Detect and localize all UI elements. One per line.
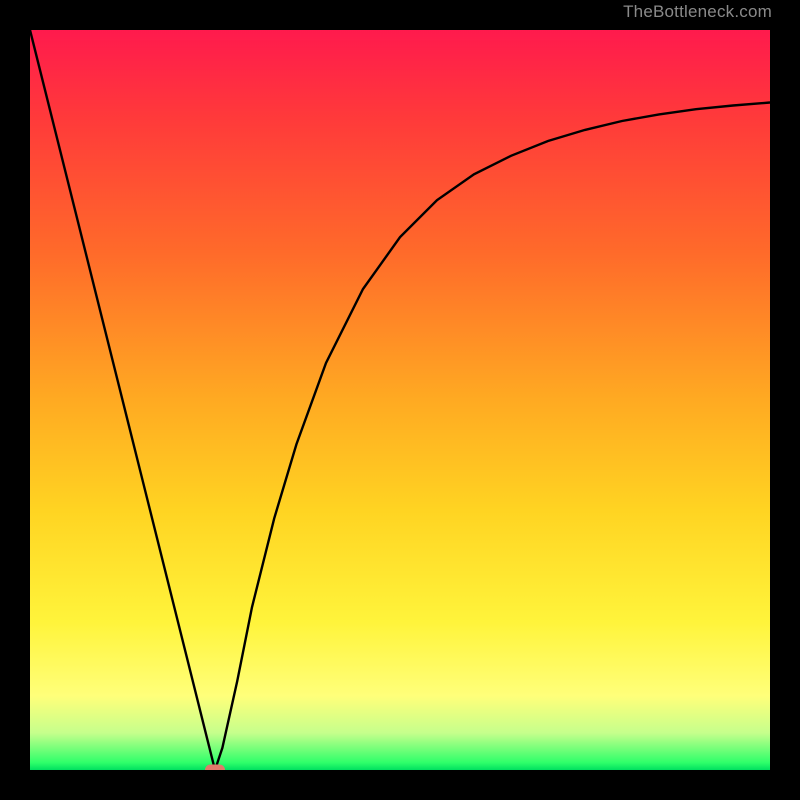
attribution-label: TheBottleneck.com xyxy=(623,2,772,22)
bottleneck-curve xyxy=(30,30,770,770)
chart-frame: TheBottleneck.com xyxy=(0,0,800,800)
optimum-marker xyxy=(205,765,225,771)
plot-area xyxy=(30,30,770,770)
